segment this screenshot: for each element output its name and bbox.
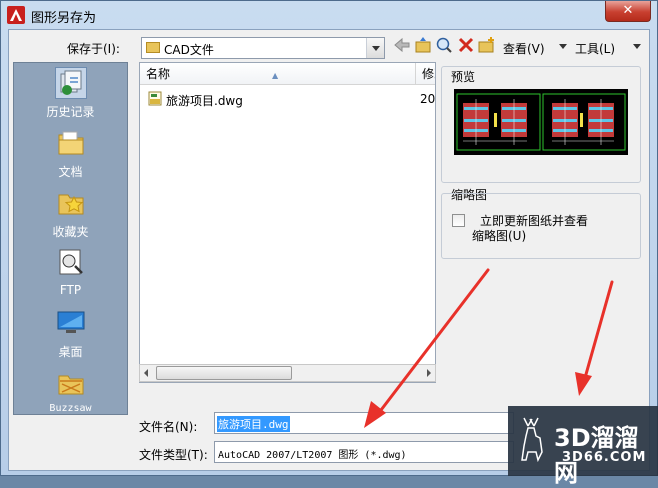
annotation-arrow-left [376,268,490,416]
arrowhead-left-icon [364,401,386,428]
annotation-arrow-right [581,280,614,387]
arrowhead-right-icon [575,372,592,396]
watermark-url: 3D66.COM [562,450,647,465]
watermark: 3D溜溜网 3D66.COM [508,406,658,487]
deer-logo-icon [514,416,550,466]
annotation-arrows [364,268,614,428]
